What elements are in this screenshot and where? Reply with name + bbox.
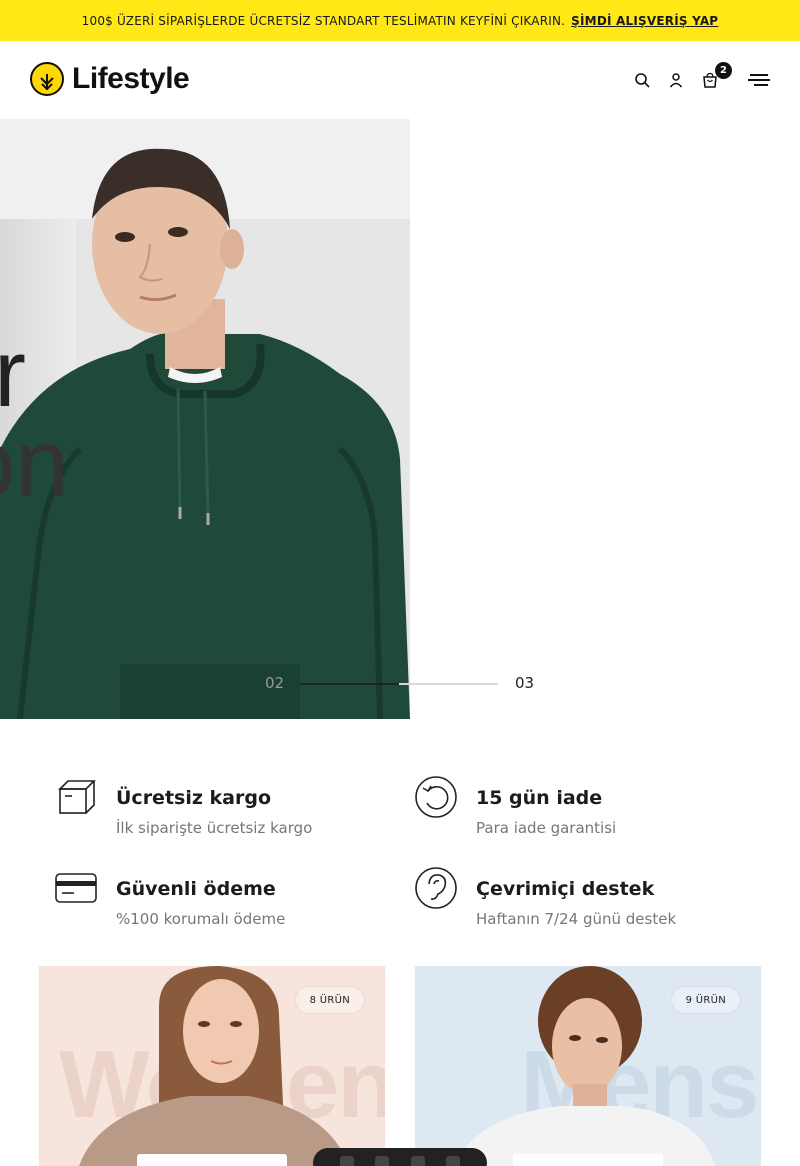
feature-desc: Para iade garantisi (476, 819, 617, 837)
feature-free-shipping: Ücretsiz kargo İlk siparişte ücretsiz ka… (54, 775, 384, 837)
site-header: Lifestyle 2 (0, 41, 800, 119)
user-icon[interactable] (666, 70, 686, 90)
search-icon[interactable] (632, 70, 652, 90)
category-card-women[interactable]: Women 8 ÜRÜN (39, 966, 385, 1166)
floating-toolbar[interactable] (313, 1148, 487, 1166)
feature-secure-payment: Güvenli ödeme %100 korumalı ödeme (54, 866, 384, 928)
feature-returns: 15 gün iade Para iade garantisi (414, 775, 744, 837)
category-card-mens[interactable]: Mens 9 ÜRÜN (415, 966, 761, 1166)
category-button[interactable] (137, 1154, 287, 1166)
slide-number-next[interactable]: 03 (515, 674, 534, 692)
hero-overlay-letter-2: on (0, 410, 69, 517)
cart-icon[interactable]: 2 (700, 62, 732, 90)
slider-progress-fill (300, 683, 399, 685)
cart-count-badge: 2 (715, 62, 732, 79)
support-ear-icon (414, 866, 458, 910)
slide-number-prev[interactable]: 02 (265, 674, 284, 692)
feature-title: Çevrimiçi destek (476, 878, 655, 900)
slider-navigation: 02 03 (265, 674, 545, 694)
category-button[interactable] (513, 1154, 663, 1166)
toolbar-icon[interactable] (410, 1156, 425, 1166)
feature-title: 15 gün iade (476, 787, 603, 809)
product-count-badge: 9 ÜRÜN (670, 986, 741, 1014)
toolbar-icon[interactable] (446, 1156, 461, 1166)
logo-text: Lifestyle (72, 62, 190, 95)
feature-title: Güvenli ödeme (116, 878, 276, 900)
logo-mark-icon (30, 62, 64, 96)
announcement-bar: 100$ ÜZERİ SİPARİŞLERDE ÜCRETSİZ STANDAR… (0, 0, 800, 41)
return-icon (414, 775, 458, 819)
announcement-message: 100$ ÜZERİ SİPARİŞLERDE ÜCRETSİZ STANDAR… (81, 13, 566, 28)
shop-now-link[interactable]: ŞİMDİ ALIŞVERİŞ YAP (571, 14, 718, 28)
product-count-badge: 8 ÜRÜN (294, 986, 365, 1014)
feature-desc: %100 korumalı ödeme (116, 910, 286, 928)
menu-icon[interactable] (748, 70, 770, 90)
slider-progress-track[interactable] (300, 683, 498, 685)
box-icon (54, 775, 98, 819)
features-section: Ücretsiz kargo İlk siparişte ücretsiz ka… (0, 760, 800, 930)
toolbar-icon[interactable] (339, 1156, 354, 1166)
hero-slider[interactable]: r on 02 03 (0, 119, 800, 719)
feature-desc: İlk siparişte ücretsiz kargo (116, 819, 313, 837)
feature-online-support: Çevrimiçi destek Haftanın 7/24 günü dest… (414, 866, 744, 928)
credit-card-icon (54, 866, 98, 910)
feature-desc: Haftanın 7/24 günü destek (476, 910, 677, 928)
hero-image: r on (0, 119, 410, 719)
feature-title: Ücretsiz kargo (116, 787, 272, 809)
logo[interactable]: Lifestyle (30, 62, 190, 96)
toolbar-icon[interactable] (375, 1156, 390, 1166)
